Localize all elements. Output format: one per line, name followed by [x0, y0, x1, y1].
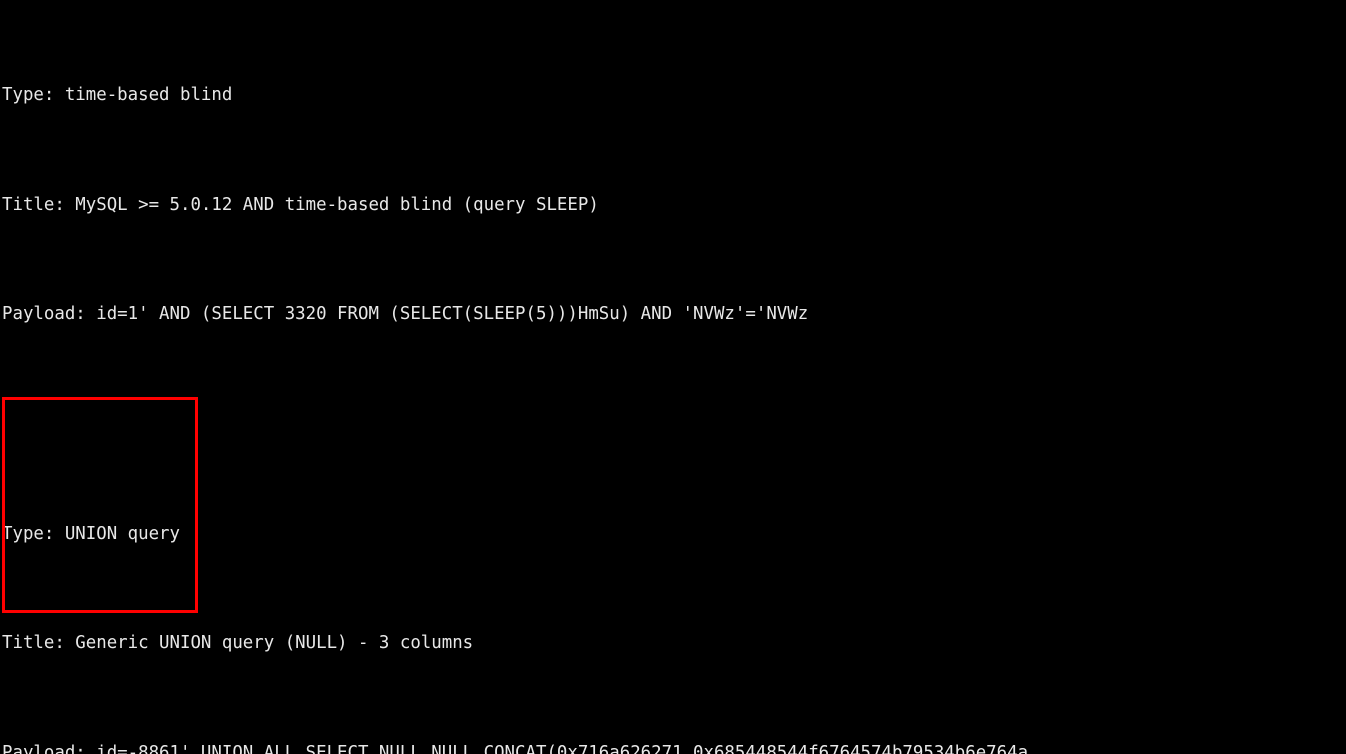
injection-1-payload: Payload: id=1' AND (SELECT 3320 FROM (SE…: [2, 304, 809, 325]
injection-payload-line: Payload: id=1' AND (SELECT 3320 FROM (SE…: [0, 301, 1346, 328]
terminal-output: Type: time-based blind Title: MySQL >= 5…: [0, 0, 1346, 754]
injection-payload-line-2: Payload: id=-8861' UNION ALL SELECT NULL…: [0, 740, 1346, 754]
injection-2-type: Type: UNION query: [2, 523, 180, 544]
injection-1-title: Title: MySQL >= 5.0.12 AND time-based bl…: [2, 194, 599, 215]
injection-title-line-2: Title: Generic UNION query (NULL) - 3 co…: [0, 630, 1346, 657]
injection-2-payload-part1: Payload: id=-8861' UNION ALL SELECT NULL…: [2, 742, 1029, 754]
injection-title-line: Title: MySQL >= 5.0.12 AND time-based bl…: [0, 192, 1346, 219]
injection-1-type: Type: time-based blind: [2, 85, 233, 106]
injection-2-title: Title: Generic UNION query (NULL) - 3 co…: [2, 633, 474, 654]
injection-type-line: Type: time-based blind: [0, 82, 1346, 109]
terminal-window[interactable]: Type: time-based blind Title: MySQL >= 5…: [0, 0, 1346, 754]
injection-type-line-2: Type: UNION query: [0, 521, 1346, 548]
